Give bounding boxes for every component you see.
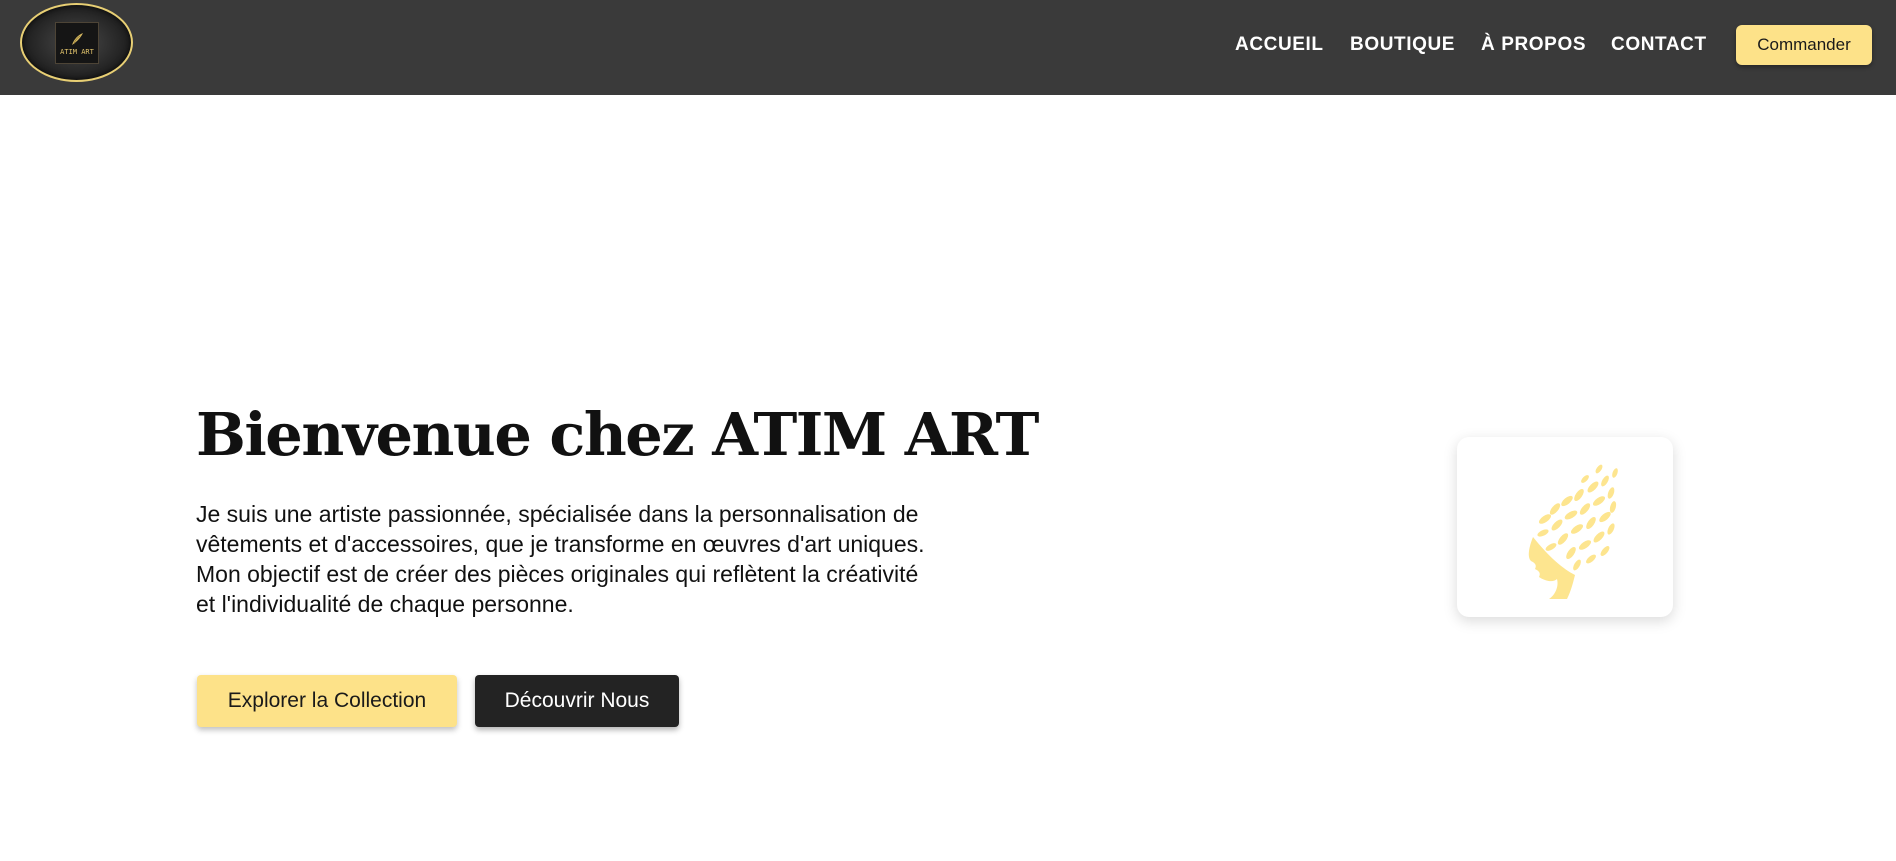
commander-button[interactable]: Commander bbox=[1736, 25, 1872, 65]
leaf-icon bbox=[72, 32, 83, 45]
hero-description: Je suis une artiste passionnée, spéciali… bbox=[196, 501, 925, 617]
nav-accueil[interactable]: ACCUEIL bbox=[1235, 34, 1324, 56]
hero-image-card bbox=[1457, 437, 1673, 617]
nav-a-propos[interactable]: À PROPOS bbox=[1481, 34, 1586, 56]
logo-mark: ATIM ART bbox=[55, 22, 99, 64]
nav-contact[interactable]: CONTACT bbox=[1611, 34, 1707, 56]
nav-boutique[interactable]: BOUTIQUE bbox=[1350, 34, 1455, 56]
site-logo[interactable]: ATIM ART bbox=[20, 3, 133, 82]
discover-us-button[interactable]: Découvrir Nous bbox=[475, 675, 679, 727]
hero-title: Bienvenue chez ATIM ART bbox=[196, 400, 1039, 469]
logo-text: ATIM ART bbox=[60, 47, 94, 56]
site-header: ATIM ART ACCUEIL BOUTIQUE À PROPOS CONTA… bbox=[0, 0, 1896, 95]
explore-collection-button[interactable]: Explorer la Collection bbox=[197, 675, 457, 727]
leaf-head-icon bbox=[1528, 464, 1618, 599]
